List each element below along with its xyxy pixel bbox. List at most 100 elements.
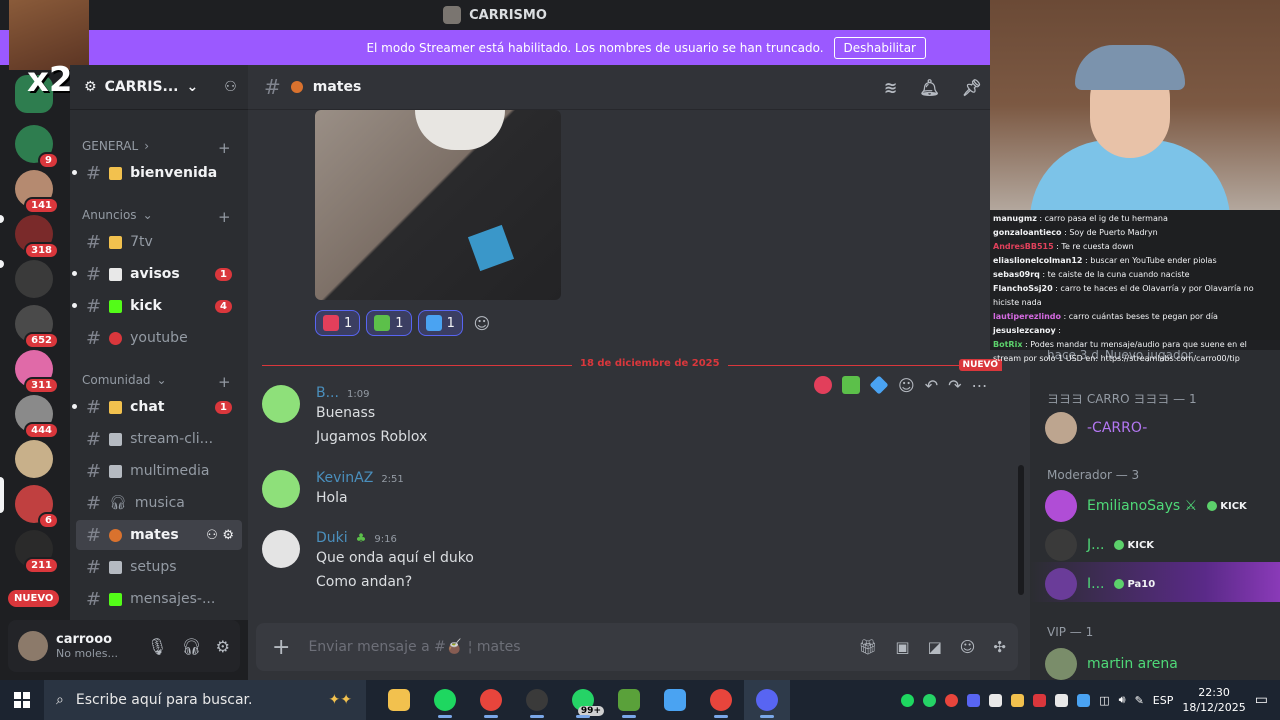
category-general[interactable]: GENERAL › + [82, 139, 231, 157]
app-tray-icon[interactable] [945, 693, 959, 707]
app-tray-icon[interactable] [1055, 693, 1069, 707]
more-icon[interactable]: ⋯ [972, 376, 988, 395]
threads-icon[interactable]: ≋ [884, 78, 897, 97]
server-icon[interactable] [15, 440, 53, 478]
invite-and-settings-icons[interactable]: ⚇ ⚙ [206, 528, 234, 543]
new-servers-badge[interactable]: NUEVO [8, 590, 60, 607]
channel-musica[interactable]: # 🎧︎ musica [76, 488, 242, 518]
forward-icon[interactable]: ↷ [948, 376, 961, 395]
category-comunidad[interactable]: Comunidad ⌄ + [82, 373, 231, 391]
disable-streamer-mode-button[interactable]: Deshabilitar [833, 36, 926, 59]
app-tray-icon[interactable] [1077, 693, 1091, 707]
channel-7tv[interactable]: #7tv [76, 227, 242, 257]
channel-kick[interactable]: # kick 4 [72, 291, 242, 321]
avatar[interactable] [262, 470, 300, 508]
channel-setups[interactable]: # setups [76, 552, 242, 582]
app-tray-icon[interactable] [1033, 693, 1047, 707]
discord-tray-icon[interactable] [967, 693, 981, 707]
sticker-icon[interactable]: ◪ [928, 638, 942, 656]
stream-chat-line: FlanchoSsj20 : carro te haces el de Olav… [993, 282, 1277, 310]
windows-start-icon[interactable] [0, 692, 44, 708]
channel-chat[interactable]: # chat 1 [72, 392, 242, 422]
store-icon[interactable] [652, 680, 698, 720]
plus-icon[interactable]: + [218, 139, 231, 157]
file-explorer-icon[interactable] [376, 680, 422, 720]
message-composer[interactable]: + Enviar mensaje a #🧉 ¦ mates 🎁︎ ▣ ◪ ☺ ✣ [256, 623, 1018, 671]
heart-icon[interactable] [814, 376, 832, 394]
server-icon[interactable]: 311 [15, 350, 59, 394]
notifications-icon[interactable]: ▭ [1255, 692, 1268, 708]
plus-icon[interactable]: + [218, 208, 231, 226]
author-name[interactable]: Duki [316, 530, 348, 546]
member-row[interactable]: I... Pa10 [1045, 568, 1155, 600]
author-name[interactable]: KevinAZ [316, 470, 373, 486]
reaction-diamond[interactable]: 1 [417, 310, 463, 336]
server-icon[interactable]: 141 [15, 170, 59, 214]
member-row[interactable]: martin arena [1045, 648, 1178, 680]
channel-mensajes[interactable]: # mensajes-... [76, 584, 242, 614]
reply-icon[interactable]: ↶ [925, 376, 938, 395]
server-icon[interactable]: 9 [15, 125, 59, 169]
gif-icon[interactable]: ▣ [895, 638, 909, 656]
headphones-icon[interactable]: 🎧︎ [181, 637, 201, 656]
spotify-tray-icon[interactable] [901, 693, 915, 707]
channel-bienvenida[interactable]: # bienvenida [72, 158, 242, 188]
avatar[interactable] [18, 631, 48, 661]
scrollbar[interactable] [1018, 465, 1024, 595]
channel-multimedia[interactable]: # multimedia [76, 456, 242, 486]
server-icon[interactable]: 6 [15, 485, 59, 529]
photo-cup [415, 110, 505, 150]
message-input[interactable]: Enviar mensaje a #🧉 ¦ mates [308, 639, 520, 655]
channel-youtube[interactable]: # youtube [76, 323, 242, 353]
plus-icon[interactable]: + [218, 373, 231, 391]
apps-icon[interactable]: ✣ [993, 638, 1006, 656]
minecraft-icon[interactable] [606, 680, 652, 720]
image-attachment[interactable] [315, 110, 561, 300]
add-reaction-icon[interactable]: ☺ [469, 310, 495, 336]
taskbar-search[interactable]: ⌕ Escribe aquí para buscar. ✦✦ [44, 680, 366, 720]
member-row[interactable]: J... KICK [1045, 529, 1154, 561]
gear-icon[interactable]: ⚙ [216, 637, 230, 656]
plus-icon[interactable]: + [272, 635, 290, 660]
channel-avisos[interactable]: # avisos 1 [72, 259, 242, 289]
channel-mates[interactable]: # mates ⚇ ⚙ [76, 520, 242, 550]
discord-icon[interactable] [744, 680, 790, 720]
member-row[interactable]: EmilianoSays ⚔ KICK [1045, 490, 1247, 522]
chrome-icon[interactable] [698, 680, 744, 720]
reaction-heart[interactable]: 1 [315, 310, 361, 336]
pin-icon[interactable]: 📌︎ [962, 78, 982, 97]
emoji-icon[interactable]: ☺ [960, 638, 976, 656]
author-name[interactable]: B... [316, 385, 339, 401]
clock[interactable]: 22:30 18/12/2025 [1182, 685, 1245, 715]
reaction-check[interactable]: 1 [366, 310, 412, 336]
avatar[interactable] [262, 385, 300, 423]
gift-icon[interactable]: 🎁︎ [858, 638, 877, 656]
server-icon[interactable]: 211 [15, 530, 59, 574]
obs-icon[interactable] [514, 680, 560, 720]
add-member-icon[interactable]: ⚇ [224, 79, 237, 95]
server-icon[interactable] [15, 260, 53, 298]
diamond-icon[interactable] [869, 375, 889, 395]
spotify-icon[interactable] [422, 680, 468, 720]
server-icon[interactable]: 444 [15, 395, 59, 439]
network-icon[interactable]: ◫ [1099, 694, 1109, 707]
app-tray-icon[interactable] [989, 693, 1003, 707]
volume-icon[interactable]: 🔊︎ [1119, 693, 1126, 707]
check-icon[interactable] [842, 376, 860, 394]
member-row[interactable]: -CARRO- [1045, 412, 1147, 444]
avatar[interactable] [262, 530, 300, 568]
server-icon[interactable]: 318 [15, 215, 59, 259]
add-reaction-icon[interactable]: ☺ [898, 376, 915, 395]
category-anuncios[interactable]: Anuncios ⌄ + [82, 208, 231, 226]
guild-header[interactable]: ⚙ CARRIS... ⌄ ⚇ [70, 65, 248, 110]
microphone-icon[interactable]: 🎙︎ [147, 637, 167, 656]
app-tray-icon[interactable] [1011, 693, 1025, 707]
language-indicator[interactable]: ESP [1153, 694, 1174, 707]
bell-icon[interactable]: 🔔︎ [919, 78, 939, 97]
server-icon[interactable]: 652 [15, 305, 59, 349]
pen-icon[interactable]: ✎ [1135, 694, 1144, 707]
whatsapp-icon[interactable]: 99+ [560, 680, 606, 720]
channel-stream-clips[interactable]: # stream-cli... [76, 424, 242, 454]
chrome-icon[interactable] [468, 680, 514, 720]
whatsapp-tray-icon[interactable] [923, 693, 937, 707]
